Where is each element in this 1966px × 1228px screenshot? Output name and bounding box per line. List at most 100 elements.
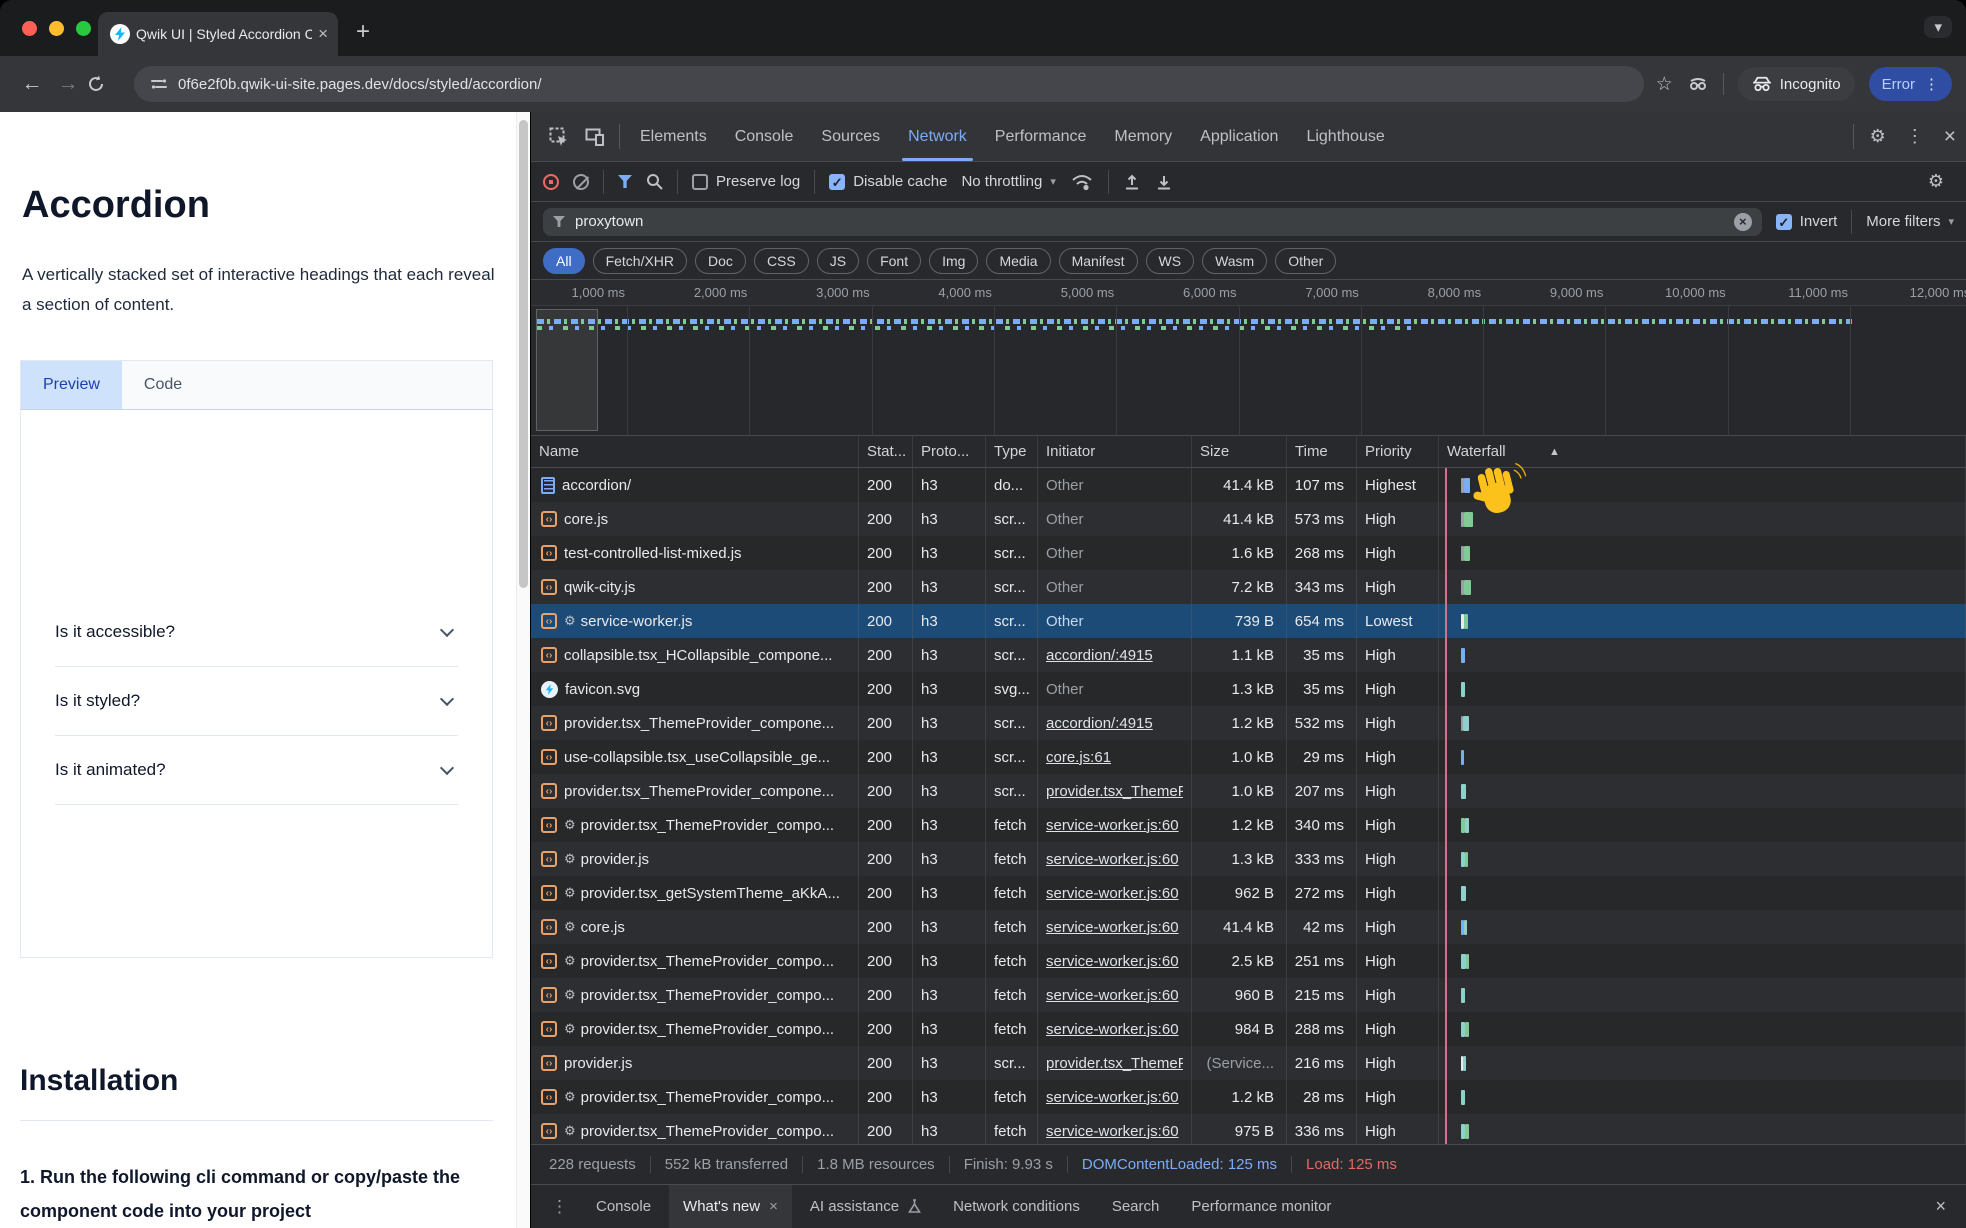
inspect-element-icon[interactable] [541,112,577,161]
kebab-menu-icon[interactable]: ⋮ [1924,75,1939,93]
table-row[interactable]: ‹›⚙service-worker.js200h3scr...Other739 … [531,604,1966,638]
url-text[interactable]: 0f6e2f0b.qwik-ui-site.pages.dev/docs/sty… [178,76,542,93]
column-header-type[interactable]: Type [986,436,1038,467]
filter-input[interactable]: proxytown × [543,208,1762,236]
devtools-tab-console[interactable]: Console [721,112,808,161]
clear-filter-icon[interactable]: × [1734,213,1752,231]
filter-chip-font[interactable]: Font [867,248,921,274]
initiator-link[interactable]: service-worker.js:60 [1046,987,1179,1004]
checkbox-unchecked-icon[interactable] [692,174,708,190]
drawer-tab-ai-assistance[interactable]: AI assistance [796,1185,935,1228]
drawer-tab-search[interactable]: Search [1098,1185,1174,1228]
bookmark-star-icon[interactable]: ☆ [1656,73,1673,96]
accordion-trigger[interactable]: Is it accessible? [55,598,458,667]
devtools-tab-lighthouse[interactable]: Lighthouse [1292,112,1398,161]
request-name-cell[interactable]: ‹›⚙provider.tsx_ThemeProvider_compo... [531,1012,859,1046]
devtools-settings-gear-icon[interactable]: ⚙ [1860,112,1896,161]
table-row[interactable]: ‹›provider.js200h3scr...provider.tsx_The… [531,1046,1966,1080]
table-row[interactable]: ‹›⚙provider.tsx_ThemeProvider_compo...20… [531,1012,1966,1046]
drawer-tab-close-icon[interactable]: × [769,1198,778,1215]
filter-chip-js[interactable]: JS [817,248,859,274]
extension-icon[interactable] [1687,75,1709,93]
request-name-cell[interactable]: ‹›provider.js [531,1046,859,1080]
browser-tab[interactable]: Qwik UI | Styled Accordion Co × [98,12,338,56]
table-row[interactable]: favicon.svg200h3svg...Other1.3 kB35 msHi… [531,672,1966,706]
macos-window-controls[interactable] [22,21,91,36]
initiator-link[interactable]: service-worker.js:60 [1046,919,1179,936]
initiator-link[interactable]: service-worker.js:60 [1046,817,1179,834]
filter-chip-manifest[interactable]: Manifest [1059,248,1138,274]
request-name-cell[interactable]: ‹›⚙provider.js [531,842,859,876]
request-name-cell[interactable]: ‹›⚙provider.tsx_ThemeProvider_compo... [531,808,859,842]
request-name-cell[interactable]: ‹›provider.tsx_ThemeProvider_compone... [531,706,859,740]
request-name-cell[interactable]: ‹›⚙service-worker.js [531,604,859,638]
browser-menu-error-button[interactable]: Error ⋮ [1869,67,1952,101]
request-name-cell[interactable]: ‹›⚙provider.tsx_ThemeProvider_compo... [531,1080,859,1114]
disable-cache-checkbox[interactable]: ✓ Disable cache [829,173,947,190]
column-header-size[interactable]: Size [1192,436,1287,467]
table-row[interactable]: ‹›provider.tsx_ThemeProvider_compone...2… [531,706,1966,740]
drawer-kebab-menu-icon[interactable]: ⋮ [541,1197,578,1217]
table-row[interactable]: ‹›⚙provider.tsx_ThemeProvider_compo...20… [531,1080,1966,1114]
clear-network-log-icon[interactable] [573,174,589,190]
initiator-link[interactable]: provider.tsx_ThemeP [1046,1055,1183,1072]
tab-code[interactable]: Code [122,361,204,409]
column-header-name[interactable]: Name [531,436,859,467]
checkbox-checked-icon[interactable]: ✓ [1776,214,1792,230]
column-header-proto[interactable]: Proto... [913,436,986,467]
table-row[interactable]: ‹›provider.tsx_ThemeProvider_compone...2… [531,774,1966,808]
table-row[interactable]: ‹›⚙provider.tsx_ThemeProvider_compo...20… [531,808,1966,842]
maximize-window-button[interactable] [76,21,91,36]
request-name-cell[interactable]: ‹›collapsible.tsx_HCollapsible_compone..… [531,638,859,672]
request-name-cell[interactable]: ‹›test-controlled-list-mixed.js [531,536,859,570]
initiator-link[interactable]: provider.tsx_ThemeP [1046,783,1183,800]
request-name-cell[interactable]: ‹›⚙core.js [531,910,859,944]
filter-chip-fetch-xhr[interactable]: Fetch/XHR [593,248,687,274]
request-name-cell[interactable]: ‹›core.js [531,502,859,536]
request-name-cell[interactable]: ‹›qwik-city.js [531,570,859,604]
tab-close-icon[interactable]: × [318,24,328,44]
reload-icon[interactable] [86,74,122,94]
request-name-cell[interactable]: ‹›⚙provider.tsx_getSystemTheme_aKkA... [531,876,859,910]
more-filters-dropdown[interactable]: More filters ▾ [1866,213,1954,230]
filter-chip-ws[interactable]: WS [1146,248,1195,274]
drawer-tab-performance-monitor[interactable]: Performance monitor [1177,1185,1345,1228]
page-scrollbar-thumb[interactable] [519,120,528,588]
export-har-icon[interactable] [1155,173,1173,191]
filter-icon[interactable] [618,175,632,188]
drawer-tab-what-s-new[interactable]: What's new× [669,1185,792,1228]
network-conditions-icon[interactable] [1070,173,1094,191]
checkbox-checked-icon[interactable]: ✓ [829,174,845,190]
devtools-tab-elements[interactable]: Elements [626,112,721,161]
site-info-icon[interactable] [150,75,168,93]
forward-icon[interactable]: → [50,72,86,96]
filter-chip-img[interactable]: Img [929,248,978,274]
initiator-link[interactable]: service-worker.js:60 [1046,851,1179,868]
initiator-link[interactable]: service-worker.js:60 [1046,1021,1179,1038]
column-header-time[interactable]: Time [1287,436,1357,467]
tab-preview[interactable]: Preview [21,361,122,409]
network-overview[interactable] [531,306,1966,436]
initiator-link[interactable]: service-worker.js:60 [1046,1123,1179,1140]
preserve-log-checkbox[interactable]: Preserve log [692,173,800,190]
request-name-cell[interactable]: ‹›use-collapsible.tsx_useCollapsible_ge.… [531,740,859,774]
drawer-close-icon[interactable]: × [1925,1196,1956,1217]
devtools-tab-network[interactable]: Network [894,112,981,161]
column-header-initiator[interactable]: Initiator [1038,436,1192,467]
devtools-close-icon[interactable]: × [1934,112,1966,161]
column-header-stat[interactable]: Stat... [859,436,913,467]
devtools-tab-performance[interactable]: Performance [981,112,1101,161]
table-row[interactable]: ‹›⚙provider.tsx_ThemeProvider_compo...20… [531,978,1966,1012]
accordion-trigger[interactable]: Is it animated? [55,736,458,805]
initiator-link[interactable]: service-worker.js:60 [1046,953,1179,970]
filter-chip-css[interactable]: CSS [754,248,809,274]
initiator-link[interactable]: accordion/:4915 [1046,715,1153,732]
tab-search-chevron-icon[interactable]: ▾ [1924,16,1952,38]
initiator-link[interactable]: service-worker.js:60 [1046,885,1179,902]
minimize-window-button[interactable] [49,21,64,36]
devtools-tab-application[interactable]: Application [1186,112,1292,161]
record-network-log-icon[interactable] [543,174,559,190]
table-row[interactable]: ‹›test-controlled-list-mixed.js200h3scr.… [531,536,1966,570]
devtools-tab-memory[interactable]: Memory [1100,112,1186,161]
table-row[interactable]: ‹›collapsible.tsx_HCollapsible_compone..… [531,638,1966,672]
